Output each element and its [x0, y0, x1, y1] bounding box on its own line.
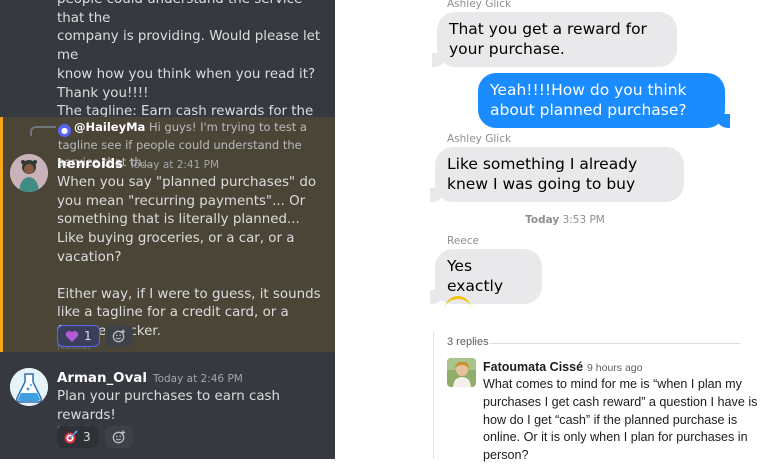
imessage-thread: Ashley Glick That you get a reward for y… [425, 0, 774, 304]
message-timestamp: Today at 2:41 PM [129, 159, 220, 171]
outgoing-message-bubble[interactable]: Yeah!!!!How do you think about planned p… [478, 73, 730, 128]
avatar-fatoumata[interactable] [447, 358, 476, 387]
message-arman-oval: Arman_Oval Today at 2:46 PM Plan your pur… [57, 370, 329, 436]
slack-thread: 3 replies Fatoumata Cissé 9 hours ago Wha… [433, 332, 774, 462]
reaction-dart[interactable]: 3 [57, 426, 98, 448]
username-henroids[interactable]: henroids [57, 157, 123, 172]
sender-name: Reece [447, 235, 479, 247]
bubble-text: Yes exactly [447, 257, 504, 295]
username-arman-oval[interactable]: Arman_Oval [57, 371, 147, 386]
avatar-henroids[interactable] [10, 154, 48, 192]
reaction-purple-heart[interactable]: 1 [57, 325, 100, 347]
dart-target-icon [64, 430, 78, 444]
add-reaction-button[interactable] [105, 325, 133, 347]
sender-name: Ashley Glick [447, 133, 512, 145]
discord-chat-panel: people could understand the service that… [0, 0, 335, 459]
add-emoji-icon [112, 430, 125, 444]
avatar-arman-oval[interactable] [10, 368, 48, 406]
incoming-message-bubble[interactable]: Yes exactly [430, 249, 542, 304]
edited-label: (edited) [57, 425, 329, 436]
reaction-count: 3 [83, 430, 91, 444]
bubble-text: Like something I already knew I was goin… [447, 155, 638, 193]
add-reaction-button[interactable] [105, 426, 133, 448]
divider [490, 343, 740, 344]
conversation-timestamp: Today 3:53 PM [425, 214, 705, 226]
message-timestamp: Today at 2:46 PM [152, 373, 243, 385]
bubble-text: Yeah!!!!How do you think about planned p… [490, 81, 687, 119]
discord-logo-icon: ● [58, 124, 71, 137]
message-henroids: henroids Today at 2:41 PM When you say "p… [57, 156, 329, 353]
slack-message-text: What comes to mind for me is “when I pla… [483, 377, 758, 463]
message-text: Plan your purchases to earn cash rewards… [57, 389, 280, 423]
timestamp-time: 3:53 PM [562, 214, 605, 226]
reply-mention[interactable]: @HaileyMa [74, 120, 145, 134]
slack-timestamp[interactable]: 9 hours ago [587, 362, 642, 374]
replies-count[interactable]: 3 replies [447, 336, 489, 348]
bubble-text: That you get a reward for your purchase. [449, 20, 647, 58]
reaction-count: 1 [84, 329, 92, 343]
message-paragraph: When you say "planned purchases" do you … [57, 175, 317, 265]
add-emoji-icon [112, 329, 125, 343]
slack-message: Fatoumata Cissé 9 hours ago What comes to… [483, 358, 763, 465]
incoming-message-bubble[interactable]: Like something I already knew I was goin… [430, 147, 684, 202]
reply-connector [30, 126, 56, 136]
sender-name: Ashley Glick [447, 0, 512, 10]
purple-heart-icon [65, 330, 79, 342]
slack-username[interactable]: Fatoumata Cissé [483, 360, 583, 374]
timestamp-day: Today [525, 214, 560, 226]
incoming-message-bubble[interactable]: That you get a reward for your purchase. [432, 12, 677, 67]
